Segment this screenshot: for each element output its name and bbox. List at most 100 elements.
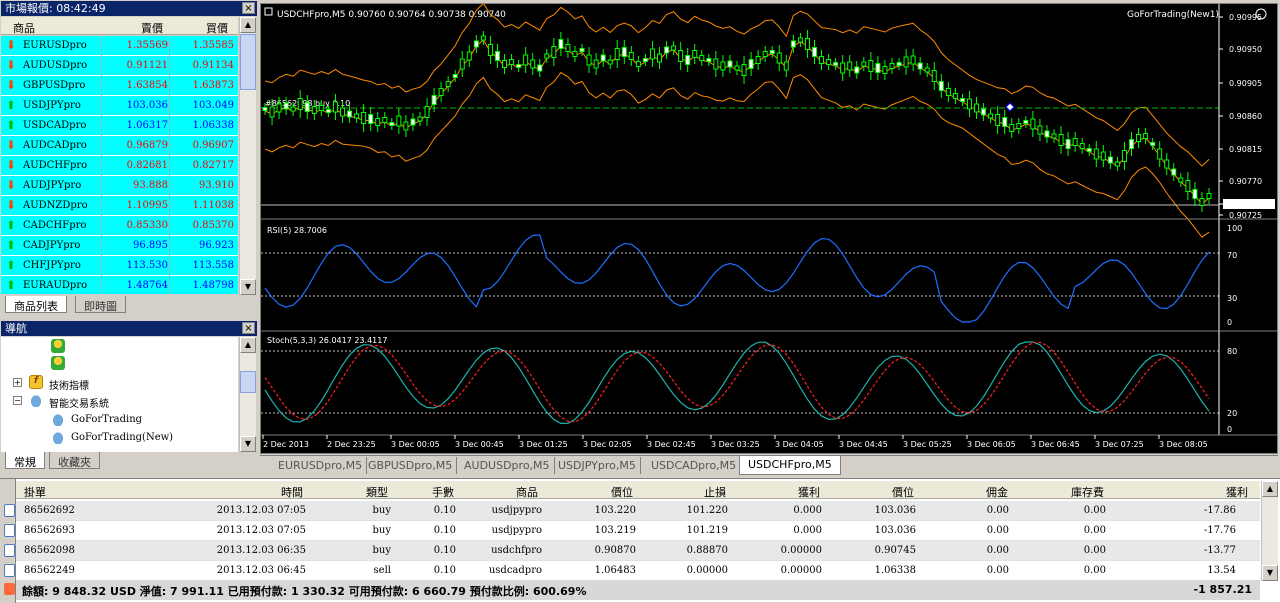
col-sl[interactable]: 止損	[704, 484, 726, 500]
col-time[interactable]: 時間	[281, 484, 303, 500]
candle-body	[1023, 120, 1029, 124]
nav-ea-goforTrading-new[interactable]: GoForTrading(New)	[71, 432, 173, 443]
scroll-down-icon[interactable]: ▼	[1262, 565, 1278, 581]
candle-body	[269, 106, 275, 118]
bid-price: 1.63854	[126, 80, 168, 91]
market-watch-row[interactable]: ⬇ AUDNZDpro 1.10995 1.11038	[1, 196, 238, 216]
chart-tab-usdjpy[interactable]: USDJPYpro,M5	[554, 457, 641, 474]
market-watch-row[interactable]: ⬇ AUDCHFpro 0.82681 0.82717	[1, 156, 238, 176]
chart-tab-usdcad[interactable]: USDCADpro,M5	[647, 457, 742, 474]
navigator-tree: + f 技術指標 − 智能交易系統 GoForTrading GoForTrad…	[1, 337, 238, 452]
scroll-up-icon[interactable]: ▲	[240, 337, 256, 353]
market-watch-row[interactable]: ⬇ EURUSDpro 1.35569 1.35585	[1, 36, 238, 56]
market-watch-row[interactable]: ⬆ EURAUDpro 1.48764 1.48798	[1, 276, 238, 294]
order-sl: 0.88870	[686, 545, 728, 556]
market-watch-row[interactable]: ⬆ USDJPYpro 103.036 103.049	[1, 96, 238, 116]
chart-window[interactable]: USDCHFpro,M5 0.90760 0.90764 0.90738 0.9…	[260, 3, 1278, 454]
col-symbol[interactable]: 商品	[13, 20, 35, 36]
close-icon[interactable]: ×	[242, 2, 255, 14]
nav-ea-goforTrading[interactable]: GoForTrading	[71, 414, 142, 425]
tab-tick-chart[interactable]: 即時圖	[75, 296, 126, 313]
col-bid[interactable]: 賣價	[141, 20, 163, 36]
order-symbol: usdcadpro	[488, 565, 542, 576]
order-price: 103.220	[594, 505, 636, 516]
account-icon[interactable]	[51, 356, 65, 370]
tab-favorites[interactable]: 收藏夾	[49, 452, 100, 469]
col-current[interactable]: 價位	[892, 484, 914, 500]
market-watch-tabs: 商品列表 即時圖	[1, 296, 238, 314]
market-watch-row[interactable]: ⬆ CHFJPYpro 113.530 113.558	[1, 256, 238, 276]
symbol-name: CHFJPYpro	[23, 260, 81, 271]
market-watch-row[interactable]: ⬇ AUDCADpro 0.96879 0.96907	[1, 136, 238, 156]
scroll-down-icon[interactable]: ▼	[240, 436, 256, 452]
col-tp[interactable]: 獲利	[798, 484, 820, 500]
nav-experts[interactable]: 智能交易系統	[49, 395, 109, 410]
col-profit[interactable]: 獲利	[1226, 484, 1248, 500]
scroll-up-icon[interactable]: ▲	[240, 17, 256, 33]
tab-symbols[interactable]: 商品列表	[5, 296, 67, 313]
time-label: 3 Dec 03:25	[711, 440, 760, 449]
candle-body	[819, 56, 825, 64]
candle-body	[480, 35, 486, 41]
order-row[interactable]: 86562098 2013.12.03 06:35 buy 0.10 usdchfpro…	[4, 541, 1276, 561]
candle-body	[1037, 125, 1043, 135]
scroll-up-icon[interactable]: ▲	[1262, 481, 1278, 497]
candle-body	[375, 118, 381, 126]
time-label: 3 Dec 00:45	[455, 440, 504, 449]
col-order[interactable]: 掛單	[24, 484, 46, 500]
chart-tab-eurusd[interactable]: EURUSDpro,M5	[274, 457, 368, 474]
candle-body	[424, 106, 430, 118]
market-watch-row[interactable]: ⬇ AUDUSDpro 0.91121 0.91134	[1, 56, 238, 76]
account-icon[interactable]	[51, 339, 65, 353]
candle-body	[938, 81, 944, 91]
order-row[interactable]: 86562249 2013.12.03 06:45 sell 0.10 usdcadpr…	[4, 561, 1276, 581]
order-symbol: usdjpypro	[491, 505, 542, 516]
scroll-down-icon[interactable]: ▼	[240, 279, 256, 295]
candle-body	[678, 50, 684, 62]
expand-icon[interactable]: +	[13, 378, 22, 387]
scroll-thumb[interactable]	[240, 34, 256, 90]
col-lots[interactable]: 手數	[432, 484, 454, 500]
chart-tab-usdchf[interactable]: USDCHFpro,M5	[739, 456, 841, 475]
col-ask[interactable]: 買價	[206, 20, 228, 36]
candle-body	[347, 110, 353, 118]
chart-tab-gbpusd[interactable]: GBPUSDpro,M5	[364, 457, 458, 474]
stoch-level-label: 80	[1227, 347, 1237, 356]
time-label: 3 Dec 06:05	[967, 440, 1016, 449]
col-commission[interactable]: 佣金	[986, 484, 1008, 500]
summary-text: 餘額: 9 848.32 USD 淨值: 7 991.11 已用預付款: 1 3…	[22, 585, 587, 598]
candle-body	[889, 63, 895, 69]
candle-body	[614, 48, 620, 60]
stoch-level-label: 0	[1227, 425, 1232, 434]
tab-common[interactable]: 常規	[5, 452, 45, 469]
nav-indicators[interactable]: 技術指標	[49, 377, 89, 392]
col-type[interactable]: 類型	[366, 484, 388, 500]
scroll-thumb[interactable]	[240, 371, 256, 393]
candle-body	[826, 59, 832, 65]
order-row[interactable]: 86562692 2013.12.03 07:05 buy 0.10 usdjpypro…	[4, 501, 1276, 521]
candle-body	[657, 53, 663, 63]
terminal-scrollbar[interactable]: ▲ ▼	[1261, 481, 1278, 581]
col-symbol[interactable]: 商品	[516, 484, 538, 500]
col-price[interactable]: 價位	[611, 484, 633, 500]
market-watch-row[interactable]: ⬆ CADCHFpro 0.85330 0.85370	[1, 216, 238, 236]
chart-tab-audusd[interactable]: AUDUSDpro,M5	[460, 457, 555, 474]
market-watch-row[interactable]: ⬇ AUDJPYpro 93.888 93.910	[1, 176, 238, 196]
market-watch-row[interactable]: ⬇ GBPUSDpro 1.63854 1.63873	[1, 76, 238, 96]
order-row[interactable]: 86562693 2013.12.03 07:05 buy 0.10 usdjpypro…	[4, 521, 1276, 541]
candle-body	[290, 106, 296, 112]
order-comm: 0.00	[986, 505, 1009, 516]
candle-body	[755, 56, 761, 64]
close-icon[interactable]: ×	[242, 322, 255, 334]
stoch-main-line	[264, 341, 1210, 424]
col-swap[interactable]: 庫存費	[1071, 484, 1104, 500]
bid-price: 113.530	[126, 260, 168, 271]
chart-menu-icon[interactable]	[264, 7, 273, 16]
market-watch-scrollbar[interactable]: ▲ ▼	[239, 17, 256, 295]
collapse-icon[interactable]: −	[13, 396, 22, 405]
price-label: 0.90995	[1229, 13, 1262, 22]
market-watch-row[interactable]: ⬆ USDCADpro 1.06317 1.06338	[1, 116, 238, 136]
navigator-scrollbar[interactable]: ▲ ▼	[239, 337, 256, 452]
market-watch-row[interactable]: ⬆ CADJPYpro 96.895 96.923	[1, 236, 238, 256]
price-chart[interactable]: USDCHFpro,M5 0.90760 0.90764 0.90738 0.9…	[261, 4, 1277, 453]
